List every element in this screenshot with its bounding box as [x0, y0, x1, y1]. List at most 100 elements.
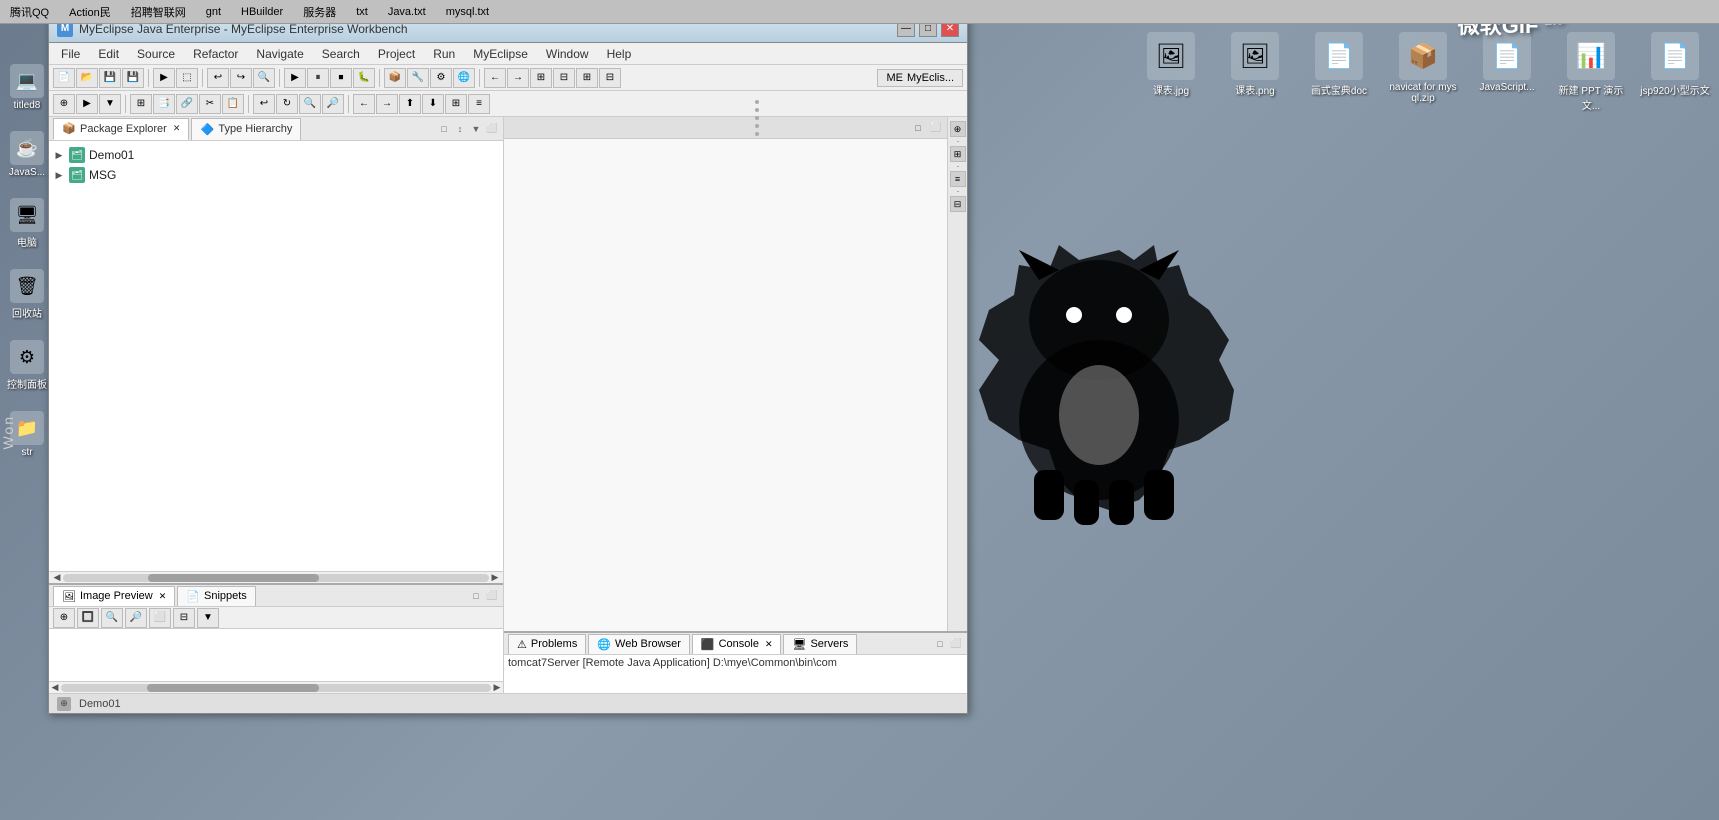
tb2-btn-q[interactable]: ⊞: [445, 94, 467, 114]
scroll-left-btn[interactable]: ◀: [51, 572, 63, 584]
tb-btn-4a[interactable]: ▶: [284, 68, 306, 88]
tb-btn-2b[interactable]: ⬚: [176, 68, 198, 88]
tb2-btn-e[interactable]: 📑: [153, 94, 175, 114]
taskbar-qq[interactable]: 腾讯QQ: [4, 2, 55, 22]
tb-btn-4d[interactable]: 🐛: [353, 68, 375, 88]
left-icon-diannao[interactable]: 🖥 电脑: [4, 198, 50, 249]
image-preview-close[interactable]: ✕: [159, 591, 167, 602]
tab-problems[interactable]: ⚠ Problems: [508, 634, 586, 654]
img-prev-btn-b[interactable]: 🔲: [77, 608, 99, 628]
menu-window[interactable]: Window: [538, 45, 597, 63]
tab-close-icon[interactable]: ✕: [173, 123, 181, 134]
bottom-tab-max-btn[interactable]: ⬜: [485, 589, 499, 603]
strip-btn-3[interactable]: ≡: [950, 171, 966, 187]
tab-minimize-btn[interactable]: □: [437, 122, 451, 136]
taskbar-txt[interactable]: txt: [350, 4, 374, 20]
tb2-btn-b[interactable]: ▶: [76, 94, 98, 114]
tb-btn-5d[interactable]: 🌐: [453, 68, 475, 88]
tab-servers[interactable]: 🖥 Servers: [783, 634, 857, 654]
desktop-icon-jsp[interactable]: 📄 jsp920小型示文: [1635, 28, 1715, 116]
tb-btn-5c[interactable]: ⚙: [430, 68, 452, 88]
tab-web-browser[interactable]: 🌐 Web Browser: [588, 634, 690, 654]
taskbar-mysqltxt[interactable]: mysql.txt: [440, 4, 495, 20]
tb2-btn-o[interactable]: ⬆: [399, 94, 421, 114]
desktop-icon-js[interactable]: 📄 JavaScript...: [1467, 28, 1547, 116]
tb2-btn-p[interactable]: ⬇: [422, 94, 444, 114]
img-prev-btn-c[interactable]: 🔍: [101, 608, 123, 628]
menu-navigate[interactable]: Navigate: [248, 45, 311, 63]
tb2-btn-j[interactable]: ↻: [276, 94, 298, 114]
console-close[interactable]: ✕: [765, 639, 773, 650]
menu-refactor[interactable]: Refactor: [185, 45, 246, 63]
tb-btn-6b[interactable]: →: [507, 68, 529, 88]
tree-arrow-demo01[interactable]: ▶: [53, 149, 65, 161]
tb-open-btn[interactable]: 📂: [76, 68, 98, 88]
scroll-track[interactable]: [63, 574, 489, 582]
tb2-btn-d[interactable]: ⊞: [130, 94, 152, 114]
tab-image-preview[interactable]: 🖼 Image Preview ✕: [53, 586, 175, 606]
img-prev-btn-d[interactable]: 🔎: [125, 608, 147, 628]
scroll-right-btn[interactable]: ▶: [489, 572, 501, 584]
tb2-btn-l[interactable]: 🔎: [322, 94, 344, 114]
taskbar-hbuilder[interactable]: HBuilder: [235, 4, 289, 20]
menu-file[interactable]: File: [53, 45, 88, 63]
tb2-btn-h[interactable]: 📋: [222, 94, 244, 114]
tb-save-all-btn[interactable]: 💾: [122, 68, 144, 88]
editor-header-min-btn[interactable]: □: [911, 121, 925, 135]
menu-help[interactable]: Help: [599, 45, 640, 63]
desktop-icon-kbjpg[interactable]: 🖼 课表.jpg: [1131, 28, 1211, 116]
menu-project[interactable]: Project: [370, 45, 423, 63]
tb-btn-6e[interactable]: ⊞: [576, 68, 598, 88]
tb-btn-3a[interactable]: ↩: [207, 68, 229, 88]
bottom-scroll-left[interactable]: ◀: [49, 682, 61, 694]
img-prev-btn-f[interactable]: ⊟: [173, 608, 195, 628]
menu-search[interactable]: Search: [314, 45, 368, 63]
tb-btn-4c[interactable]: ⏹: [330, 68, 352, 88]
tab-sync-btn[interactable]: ↕: [453, 122, 467, 136]
tb2-btn-c[interactable]: ▼: [99, 94, 121, 114]
bottom-scroll-track[interactable]: [61, 684, 491, 692]
tb2-btn-g[interactable]: ✂: [199, 94, 221, 114]
desktop-icon-huashi[interactable]: 📄 画式宝典doc: [1299, 28, 1379, 116]
myeclipse-perspective-btn[interactable]: ME MyEclis...: [877, 69, 963, 87]
menu-myeclipse[interactable]: MyEclipse: [465, 45, 536, 63]
tb2-btn-a[interactable]: ⊕: [53, 94, 75, 114]
desktop-icon-kbpng[interactable]: 🖼 课表.png: [1215, 28, 1295, 116]
tab-package-explorer[interactable]: 📦 Package Explorer ✕: [53, 118, 189, 140]
strip-btn-4[interactable]: ⊟: [950, 196, 966, 212]
editor-header-max-btn[interactable]: ⬜: [929, 121, 943, 135]
tb2-btn-m[interactable]: ←: [353, 94, 375, 114]
console-min-btn[interactable]: □: [933, 637, 947, 651]
tb-save-btn[interactable]: 💾: [99, 68, 121, 88]
tb-btn-5a[interactable]: 📦: [384, 68, 406, 88]
tb-btn-6d[interactable]: ⊟: [553, 68, 575, 88]
console-max-btn[interactable]: ⬜: [949, 637, 963, 651]
img-prev-btn-g[interactable]: ▼: [197, 608, 219, 628]
left-icon-kongzhimianban[interactable]: ⚙ 控制面板: [4, 340, 50, 391]
left-icon-javas[interactable]: ☕ JavaS...: [4, 131, 50, 178]
taskbar-gnt[interactable]: gnt: [200, 4, 227, 20]
taskbar-action[interactable]: Action民: [63, 2, 117, 22]
tb-btn-6a[interactable]: ←: [484, 68, 506, 88]
menu-source[interactable]: Source: [129, 45, 183, 63]
tb-btn-6f[interactable]: ⊟: [599, 68, 621, 88]
tree-item-msg[interactable]: ▶ 🗂 MSG: [49, 165, 503, 185]
menu-edit[interactable]: Edit: [90, 45, 127, 63]
tb-btn-4b[interactable]: ⏸: [307, 68, 329, 88]
tb-btn-2a[interactable]: ▶: [153, 68, 175, 88]
taskbar-javatxt[interactable]: Java.txt: [382, 4, 432, 20]
tb-btn-3c[interactable]: 🔍: [253, 68, 275, 88]
taskbar-zhaopin[interactable]: 招聘智联网: [125, 2, 192, 22]
tab-type-hierarchy[interactable]: 🔷 Type Hierarchy: [191, 118, 301, 140]
tb-btn-5b[interactable]: 🔧: [407, 68, 429, 88]
img-prev-btn-a[interactable]: ⊕: [53, 608, 75, 628]
tb-new-btn[interactable]: 📄: [53, 68, 75, 88]
bottom-tab-min-btn[interactable]: □: [469, 589, 483, 603]
tree-item-demo01[interactable]: ▶ 🗂 Demo01: [49, 145, 503, 165]
tb2-btn-r[interactable]: ≡: [468, 94, 490, 114]
menu-run[interactable]: Run: [425, 45, 463, 63]
tb-btn-3b[interactable]: ↪: [230, 68, 252, 88]
strip-btn-2[interactable]: ⊞: [950, 146, 966, 162]
tree-arrow-msg[interactable]: ▶: [53, 169, 65, 181]
desktop-icon-navicat[interactable]: 📦 navicat for mysql.zip: [1383, 28, 1463, 116]
